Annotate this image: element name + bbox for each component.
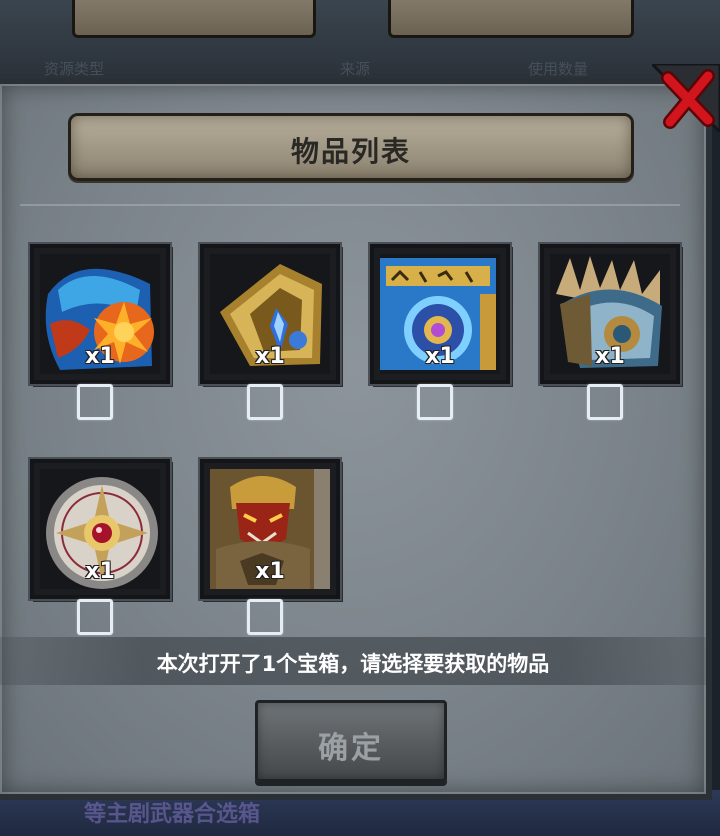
item-quantity: x1 (255, 344, 285, 369)
item-list-dialog (0, 78, 712, 800)
item-slot[interactable]: x1 (30, 244, 170, 384)
background-tab-right (388, 0, 634, 38)
item-slot[interactable]: x1 (540, 244, 680, 384)
item-frame: x1 (370, 244, 510, 384)
item-checkbox[interactable] (417, 384, 453, 420)
background-column: 来源 (340, 60, 371, 78)
background-column: 资源类型 (44, 60, 105, 78)
hint-text: 本次打开了1个宝箱，请选择要获取的物品 (156, 652, 550, 676)
item-quantity: x1 (85, 344, 115, 369)
item-quantity: x1 (255, 559, 285, 584)
background-footer-text: 等主剧武器合选箱 (84, 802, 261, 827)
item-frame: x1 (200, 459, 340, 599)
item-quantity: x1 (595, 344, 625, 369)
item-slot[interactable]: x1 (200, 244, 340, 384)
item-frame: x1 (200, 244, 340, 384)
close-icon (648, 62, 720, 135)
item-slot[interactable]: x1 (200, 459, 340, 599)
confirm-button[interactable]: 确定 (255, 700, 447, 782)
background-column: 使用数量 (528, 60, 589, 78)
item-frame: x1 (540, 244, 680, 384)
dialog-title: 物品列表 (290, 135, 411, 168)
item-checkbox[interactable] (247, 384, 283, 420)
close-button[interactable] (648, 62, 720, 135)
item-slot[interactable]: x1 (370, 244, 510, 384)
item-quantity: x1 (425, 344, 455, 369)
divider (20, 204, 680, 206)
dialog-frame (0, 84, 706, 794)
dialog-title-plaque: 物品列表 (68, 113, 634, 181)
item-checkbox[interactable] (247, 599, 283, 635)
item-frame: x1 (30, 459, 170, 599)
background-column-headers: 资源类型 来源 使用数量 (0, 56, 720, 78)
item-frame: x1 (30, 244, 170, 384)
item-quantity: x1 (85, 559, 115, 584)
item-checkbox[interactable] (77, 384, 113, 420)
item-checkbox[interactable] (77, 599, 113, 635)
item-slot[interactable]: x1 (30, 459, 170, 599)
background-tab-left (72, 0, 316, 38)
item-checkbox[interactable] (587, 384, 623, 420)
confirm-button-label: 确定 (318, 731, 384, 766)
